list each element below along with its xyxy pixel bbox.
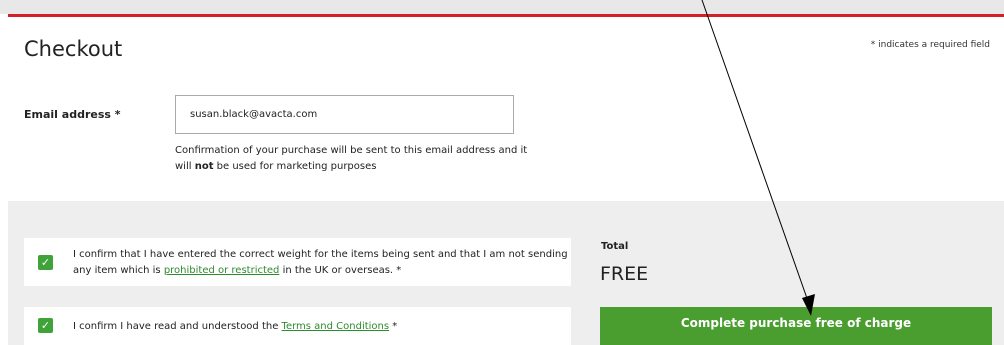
confirm-terms-panel: ✓ I confirm I have read and understood t… bbox=[24, 307, 571, 345]
total-value: FREE bbox=[600, 263, 649, 285]
email-label: Email address * bbox=[24, 108, 121, 121]
confirm-weight-panel: ✓ I confirm that I have entered the corr… bbox=[24, 238, 571, 286]
top-bar bbox=[0, 0, 1004, 14]
confirm-weight-checkbox[interactable]: ✓ bbox=[38, 255, 53, 270]
total-label: Total bbox=[601, 241, 629, 252]
complete-purchase-button[interactable]: Complete purchase free of charge bbox=[600, 307, 992, 345]
email-input[interactable] bbox=[175, 95, 514, 134]
prohibited-restricted-link[interactable]: prohibited or restricted bbox=[164, 265, 280, 276]
required-field-note: * indicates a required field bbox=[870, 40, 990, 50]
email-help-bold: not bbox=[194, 161, 214, 172]
email-help-text: Confirmation of your purchase will be se… bbox=[175, 145, 528, 172]
header-accent-line bbox=[8, 14, 1004, 17]
page-left-edge bbox=[0, 14, 8, 345]
page-title: Checkout bbox=[24, 37, 123, 61]
confirm-terms-checkbox[interactable]: ✓ bbox=[38, 318, 53, 333]
check-icon: ✓ bbox=[40, 318, 51, 332]
terms-conditions-link[interactable]: Terms and Conditions bbox=[282, 321, 390, 332]
check-icon: ✓ bbox=[40, 255, 51, 269]
